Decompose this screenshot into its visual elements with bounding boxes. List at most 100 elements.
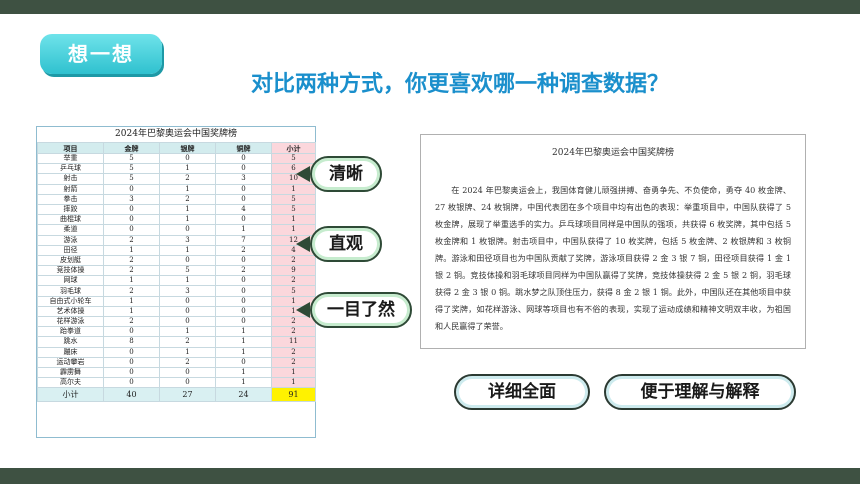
cell-count: 1	[159, 326, 216, 338]
cell-event: 拳击	[37, 193, 104, 205]
cell-total: 2	[271, 346, 316, 358]
cell-count: 0	[215, 356, 272, 368]
cell-event: 花样游泳	[37, 315, 104, 328]
table-row: 皮划艇 2 0 0 2	[37, 254, 316, 267]
cell-event: 跆拳道	[37, 326, 104, 338]
cell-event: 田径	[37, 244, 104, 256]
cell-count: 0	[159, 224, 216, 236]
cell-total: 5	[271, 203, 316, 216]
cell-count: 1	[215, 224, 272, 236]
top-bar	[0, 0, 860, 14]
cell-count: 0	[159, 377, 216, 389]
cell-total: 9	[271, 265, 316, 277]
cell-event: 艺术体操	[37, 305, 104, 318]
cell-total: 2	[271, 326, 316, 338]
table-row: 田径 1 1 2 4	[37, 244, 316, 256]
cell-count: 5	[103, 163, 160, 175]
cell-event: 跳水	[37, 336, 104, 348]
table-row: 自由式小轮车 1 0 0 1	[37, 295, 316, 307]
table-sum-row: 小计 40 27 24 91	[37, 387, 316, 403]
cell-count: 0	[159, 366, 216, 379]
sum-cell: 40	[103, 387, 160, 403]
cell-count: 3	[103, 193, 160, 205]
cell-count: 8	[103, 336, 160, 348]
cell-count: 2	[103, 254, 160, 267]
cell-count: 2	[215, 265, 272, 277]
cell-count: 0	[215, 305, 272, 318]
bottom-bar	[0, 468, 860, 484]
cell-event: 乒乓球	[37, 163, 104, 175]
table-row: 运动攀岩 0 2 0 2	[37, 356, 316, 368]
cell-count: 0	[103, 366, 160, 379]
cell-count: 0	[159, 315, 216, 328]
cell-count: 2	[159, 356, 216, 368]
cell-count: 1	[103, 295, 160, 307]
cell-event: 自由式小轮车	[37, 295, 104, 307]
cell-total: 1	[271, 214, 316, 226]
cell-count: 0	[215, 295, 272, 307]
cell-count: 3	[159, 234, 216, 246]
cell-total: 5	[271, 152, 316, 165]
cell-count: 5	[103, 173, 160, 185]
cell-count: 1	[215, 336, 272, 348]
cell-event: 柔道	[37, 224, 104, 236]
cell-event: 蹦床	[37, 346, 104, 358]
cell-count: 1	[159, 214, 216, 226]
cell-count: 2	[103, 285, 160, 297]
cell-total: 2	[271, 356, 316, 368]
table-row: 高尔夫 0 0 1 1	[37, 377, 316, 389]
cell-event: 曲棍球	[37, 214, 104, 226]
cell-count: 2	[159, 193, 216, 205]
cell-total: 2	[271, 254, 316, 267]
cell-event: 高尔夫	[37, 377, 104, 389]
cell-count: 2	[103, 234, 160, 246]
cell-count: 2	[159, 173, 216, 185]
table-row: 乒乓球 5 1 0 6	[37, 163, 316, 175]
cell-count: 7	[215, 234, 272, 246]
table-row: 花样游泳 2 0 0 2	[37, 315, 316, 328]
cell-count: 1	[159, 203, 216, 216]
table-row: 射击 5 2 3 10	[37, 173, 316, 185]
cell-count: 1	[159, 183, 216, 195]
cell-count: 0	[215, 275, 272, 287]
cell-count: 1	[103, 275, 160, 287]
cell-count: 0	[103, 356, 160, 368]
cell-count: 0	[215, 285, 272, 297]
report-body: 在 2024 年巴黎奥运会上，我国体育健儿顽强拼搏、奋勇争先、不负使命，勇夺 4…	[435, 185, 791, 331]
cell-event: 羽毛球	[37, 285, 104, 297]
sum-total: 91	[271, 387, 316, 403]
header-silver: 银牌	[159, 142, 216, 154]
tag-pointer	[296, 166, 310, 182]
cell-count: 4	[215, 203, 272, 216]
cell-total: 1	[271, 224, 316, 236]
text-report-panel: 2024年巴黎奥运会中国奖牌榜 在 2024 年巴黎奥运会上，我国体育健儿顽强拼…	[420, 134, 806, 349]
cell-count: 0	[103, 377, 160, 389]
table-row: 霹雳舞 0 0 1 1	[37, 366, 316, 379]
cell-count: 1	[103, 305, 160, 318]
cell-count: 0	[103, 326, 160, 338]
header-total: 小计	[271, 142, 316, 154]
tag-clear: 清晰	[310, 156, 382, 192]
cell-count: 5	[103, 152, 160, 165]
header-event: 项目	[37, 142, 104, 154]
cell-event: 霹雳舞	[37, 366, 104, 379]
cell-count: 0	[103, 183, 160, 195]
tag-easy-to-understand: 便于理解与解释	[604, 374, 796, 410]
cell-count: 2	[103, 315, 160, 328]
table-row: 竞技体操 2 5 2 9	[37, 265, 316, 277]
cell-event: 网球	[37, 275, 104, 287]
cell-count: 0	[103, 346, 160, 358]
table-header-row: 项目 金牌 银牌 铜牌 小计	[37, 142, 316, 154]
cell-total: 2	[271, 315, 316, 328]
tag-detailed: 详细全面	[454, 374, 590, 410]
table-row: 举重 5 0 0 5	[37, 152, 316, 165]
tag-intuitive: 直观	[310, 226, 382, 262]
table-row: 曲棍球 0 1 0 1	[37, 214, 316, 226]
cell-event: 竞技体操	[37, 265, 104, 277]
cell-count: 0	[159, 152, 216, 165]
table-title: 2024年巴黎奥运会中国奖牌榜	[115, 129, 237, 139]
cell-count: 2	[215, 244, 272, 256]
cell-event: 游泳	[37, 234, 104, 246]
cell-event: 运动攀岩	[37, 356, 104, 368]
cell-total: 2	[271, 275, 316, 287]
